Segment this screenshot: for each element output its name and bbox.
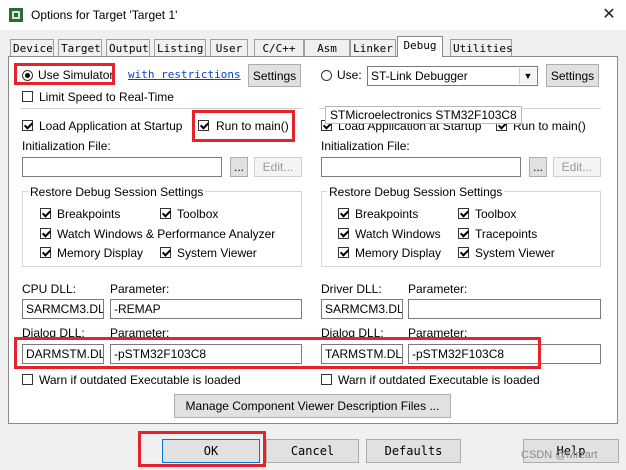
driver-dll-label: Driver DLL: [321,282,382,296]
run-to-main-label: Run to main() [216,119,289,133]
memory-label-left: Memory Display [57,246,144,260]
use-debugger-radio[interactable] [321,70,332,81]
dialog-dll-input-right[interactable]: TARMSTM.DLL [321,344,403,364]
restore-group-title-left: Restore Debug Session Settings [28,185,206,199]
tab-asm[interactable]: Asm [304,39,350,56]
breakpoints-checkbox-right[interactable] [338,208,349,219]
tab-user[interactable]: User [210,39,248,56]
cpu-param-label: Parameter: [110,282,170,296]
tab-device[interactable]: Device [10,39,54,56]
use-label: Use: [337,68,362,82]
limit-speed-checkbox[interactable] [22,91,33,102]
limit-speed-label: Limit Speed to Real-Time [39,90,174,104]
driver-dll-input[interactable]: SARMCM3.DLL [321,299,403,319]
init-file-input[interactable] [22,157,222,177]
tab-target[interactable]: Target [58,39,102,56]
driver-param-input[interactable] [408,299,601,319]
manage-component-viewer-button[interactable]: Manage Component Viewer Description File… [174,394,451,418]
use-simulator-radio[interactable] [22,70,33,81]
system-viewer-checkbox-right[interactable] [458,247,469,258]
breakpoints-label-left: Breakpoints [57,207,121,221]
init-file-label-right: Initialization File: [321,139,410,153]
dialog-dll-label-right: Dialog DLL: [321,326,384,340]
dialog-param-label-left: Parameter: [110,326,170,340]
warn-outdated-label-left: Warn if outdated Executable is loaded [39,373,241,387]
simulator-settings-button[interactable]: Settings [248,64,301,87]
toolbox-checkbox-right[interactable] [458,208,469,219]
init-file-edit-button[interactable]: Edit... [254,157,302,177]
toolbox-label-right: Toolbox [475,207,517,221]
toolbox-checkbox-left[interactable] [160,208,171,219]
tab-debug[interactable]: Debug [397,36,443,57]
cpu-param-input[interactable]: -REMAP [110,299,302,319]
warn-outdated-checkbox-right[interactable] [321,374,332,385]
tab-output[interactable]: Output [106,39,150,56]
init-file-browse-button-right[interactable]: ... [529,157,547,177]
tracepoints-checkbox-right[interactable] [458,228,469,239]
memory-checkbox-right[interactable] [338,247,349,258]
cancel-button[interactable]: Cancel [266,439,359,463]
window-title: Options for Target 'Target 1' [31,8,178,22]
dialog-param-input-left[interactable]: -pSTM32F103C8 [110,344,302,364]
close-icon[interactable]: ✕ [592,0,626,30]
debugger-select-value: ST-Link Debugger [371,69,468,83]
watch-checkbox-left[interactable] [40,228,51,239]
init-file-edit-button-right[interactable]: Edit... [553,157,601,177]
dialog-param-label-right: Parameter: [408,326,468,340]
warn-outdated-label-right: Warn if outdated Executable is loaded [338,373,540,387]
tab-listing[interactable]: Listing [154,39,206,56]
tab-linker[interactable]: Linker [350,39,396,56]
cpu-dll-label: CPU DLL: [22,282,77,296]
warn-outdated-checkbox-left[interactable] [22,374,33,385]
breakpoints-checkbox-left[interactable] [40,208,51,219]
run-to-main-label-right: Run to main() [513,119,586,133]
memory-checkbox-left[interactable] [40,247,51,258]
init-file-browse-button[interactable]: ... [230,157,248,177]
load-app-label: Load Application at Startup [39,119,183,133]
ok-button[interactable]: OK [162,439,260,463]
cpu-dll-input[interactable]: SARMCM3.DLL [22,299,104,319]
dialog-param-input-right[interactable]: -pSTM32F103C8 [408,344,601,364]
use-simulator-label: Use Simulator [38,68,114,82]
tab-utilities[interactable]: Utilities [450,39,513,56]
left-separator [20,108,302,109]
watch-label-left: Watch Windows & Performance Analyzer [57,227,276,241]
load-app-checkbox[interactable] [22,120,33,131]
tracepoints-label-right: Tracepoints [475,227,538,241]
watch-checkbox-right[interactable] [338,228,349,239]
debugger-tooltip: STMicroelectronics STM32F103C8 [325,106,522,124]
defaults-button[interactable]: Defaults [366,439,461,463]
memory-label-right: Memory Display [355,246,442,260]
system-viewer-label-right: System Viewer [475,246,555,260]
watch-label-right: Watch Windows [355,227,441,241]
init-file-input-right[interactable] [321,157,521,177]
debugger-select[interactable]: ST-Link Debugger ▼ [367,66,538,86]
driver-param-label: Parameter: [408,282,468,296]
init-file-label: Initialization File: [22,139,111,153]
restore-group-title-right: Restore Debug Session Settings [327,185,505,199]
system-viewer-checkbox-left[interactable] [160,247,171,258]
watermark-text: CSDN @Mrzart [521,449,598,461]
breakpoints-label-right: Breakpoints [355,207,419,221]
dialog-dll-input-left[interactable]: DARMSTM.DLL [22,344,104,364]
run-to-main-checkbox[interactable] [198,120,209,131]
system-viewer-label-left: System Viewer [177,246,257,260]
toolbox-label-left: Toolbox [177,207,219,221]
with-restrictions-link[interactable]: with restrictions [128,68,241,81]
app-icon [9,8,23,22]
chevron-down-icon[interactable]: ▼ [519,68,536,84]
dialog-dll-label-left: Dialog DLL: [22,326,85,340]
debugger-settings-button[interactable]: Settings [546,64,599,87]
tab-c-cpp[interactable]: C/C++ [254,39,304,56]
